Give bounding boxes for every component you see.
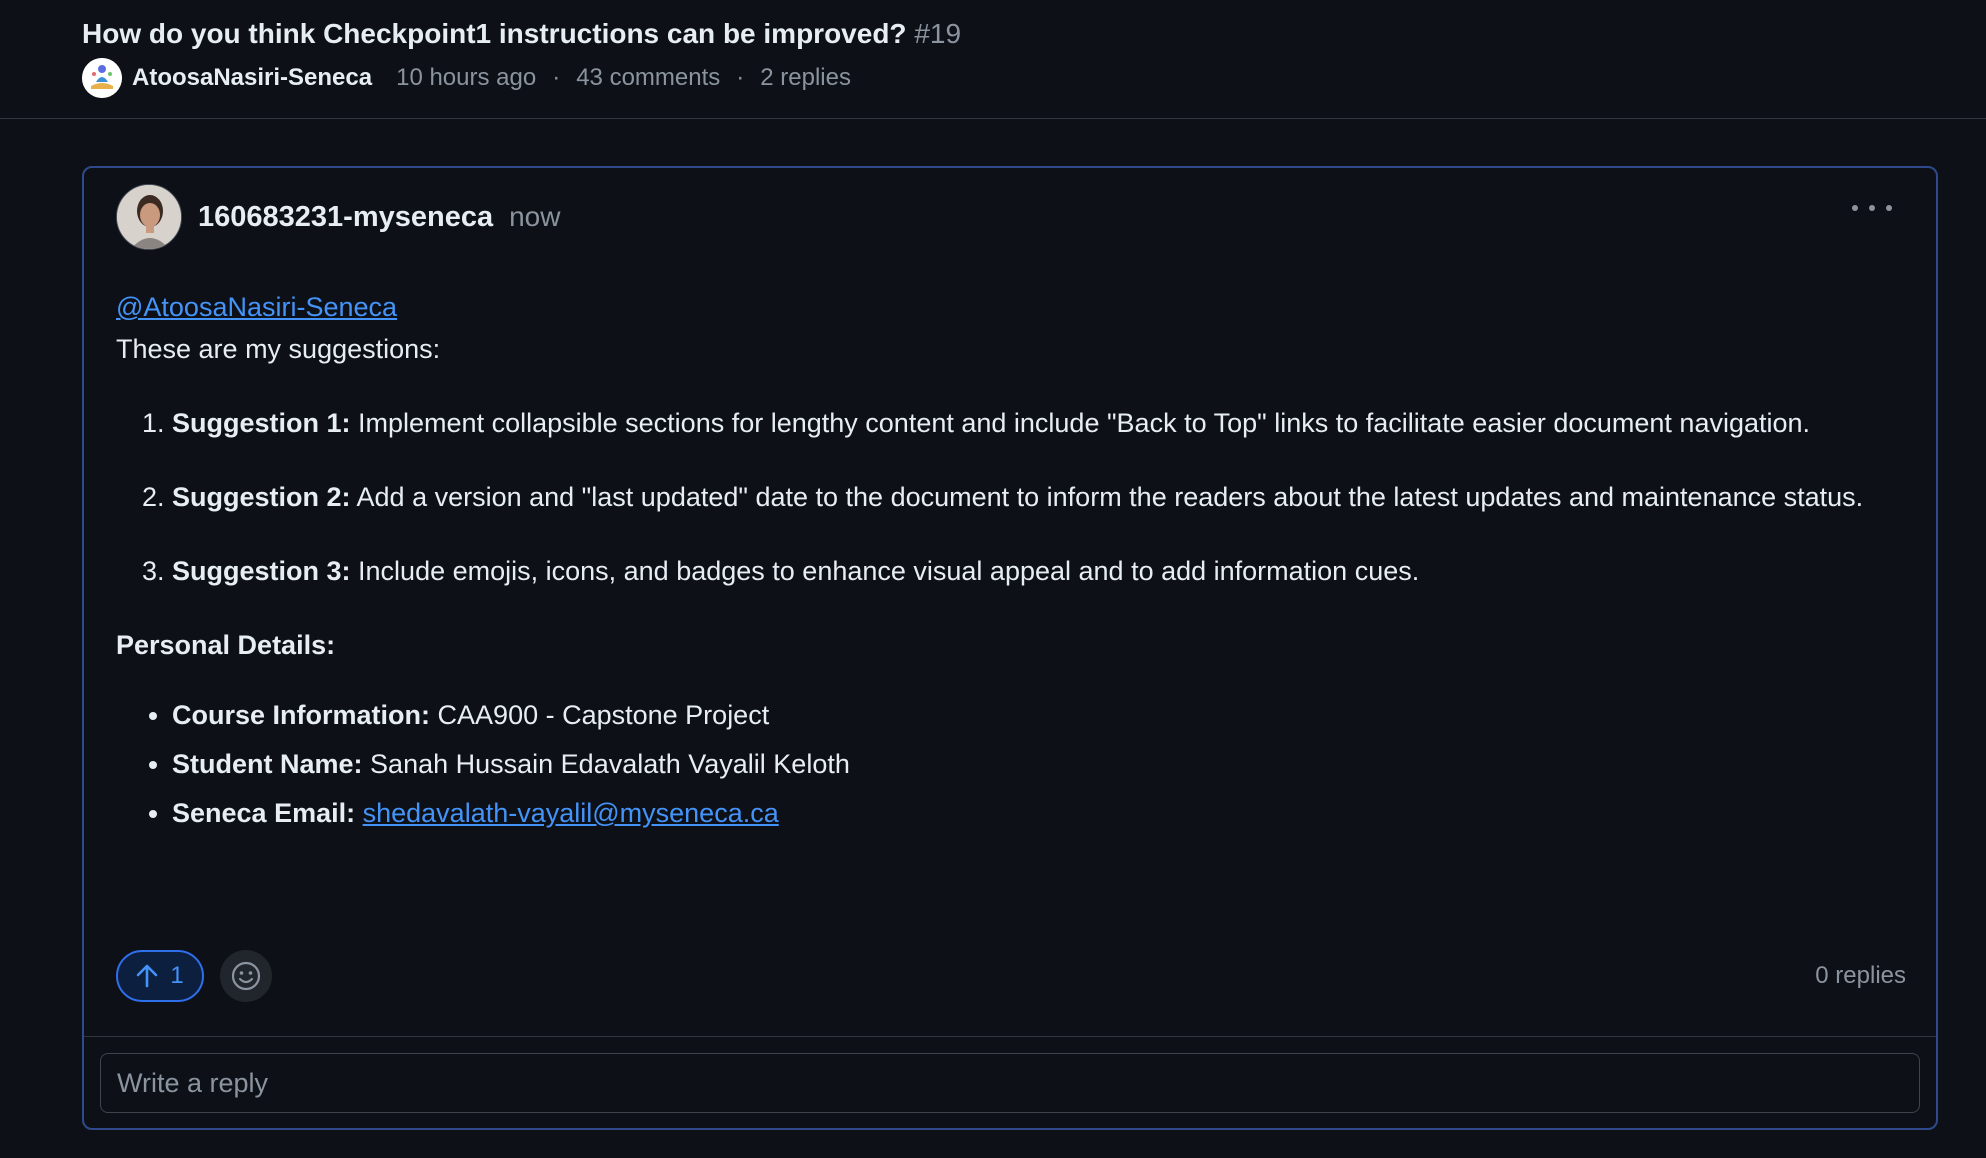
upvote-button[interactable]: 1 (116, 950, 204, 1002)
suggestion-label: Suggestion 1: (172, 408, 351, 438)
reply-section (84, 1036, 1936, 1128)
email-link[interactable]: shedavalath-vayalil@myseneca.ca (363, 798, 779, 828)
detail-label: Student Name: (172, 749, 363, 779)
suggestion-text: Include emojis, icons, and badges to enh… (358, 556, 1420, 586)
discussion-meta: AtoosaNasiri-Seneca 10 hours ago · 43 co… (82, 58, 851, 98)
smiley-icon (231, 961, 261, 991)
comment-card: 160683231-myseneca now @AtoosaNasiri-Sen… (82, 166, 1938, 1130)
comment-menu-button[interactable] (1852, 196, 1892, 220)
list-item: Suggestion 2: Add a version and "last up… (172, 476, 1906, 518)
personal-details-list: Course Information: CAA900 - Capstone Pr… (116, 694, 1906, 834)
upvote-count: 1 (170, 962, 184, 989)
discussion-comments-count: 43 comments (576, 64, 721, 91)
discussion-title-text: How do you think Checkpoint1 instruction… (82, 18, 907, 49)
author-avatar[interactable] (82, 58, 122, 98)
personal-details-heading: Personal Details: (116, 630, 336, 660)
arrow-up-icon (137, 964, 158, 988)
list-item: Suggestion 1: Implement collapsible sect… (172, 402, 1906, 444)
user-mention-link[interactable]: @AtoosaNasiri-Seneca (116, 292, 397, 322)
list-item: Student Name: Sanah Hussain Edavalath Va… (172, 743, 1906, 785)
comment-intro: These are my suggestions: (116, 334, 441, 364)
discussion-time[interactable]: 10 hours ago (396, 64, 536, 92)
detail-value: CAA900 - Capstone Project (437, 700, 770, 730)
list-item: Seneca Email: shedavalath-vayalil@mysene… (172, 792, 1906, 834)
discussion-header: How do you think Checkpoint1 instruction… (0, 0, 1986, 119)
comment-body: @AtoosaNasiri-Seneca These are my sugges… (116, 286, 1906, 841)
suggestion-label: Suggestion 2: (172, 482, 351, 512)
person-avatar-icon (117, 185, 181, 249)
add-reaction-button[interactable] (220, 950, 272, 1002)
detail-label: Course Information: (172, 700, 431, 730)
discussion-author[interactable]: AtoosaNasiri-Seneca (132, 64, 372, 92)
comment-actions: 1 0 replies (116, 950, 1906, 1002)
discussion-number: #19 (914, 18, 962, 49)
list-item: Course Information: CAA900 - Capstone Pr… (172, 694, 1906, 736)
detail-value: Sanah Hussain Edavalath Vayalil Keloth (370, 749, 850, 779)
suggestions-list: Suggestion 1: Implement collapsible sect… (116, 402, 1906, 592)
commenter-avatar[interactable] (116, 184, 182, 250)
discussion-title: How do you think Checkpoint1 instruction… (82, 18, 961, 50)
replies-count: 0 replies (1815, 962, 1906, 989)
comment-time[interactable]: now (509, 201, 560, 233)
reply-input[interactable] (100, 1053, 1920, 1113)
kebab-horizontal-icon (1852, 205, 1858, 211)
detail-label: Seneca Email: (172, 798, 356, 828)
comment-header: 160683231-myseneca now (116, 184, 560, 250)
separator-dot: · (736, 64, 745, 91)
meditation-avatar-icon (82, 58, 122, 98)
commenter-username[interactable]: 160683231-myseneca (198, 201, 493, 234)
suggestion-text: Implement collapsible sections for lengt… (358, 408, 1811, 438)
separator-dot: · (552, 64, 561, 91)
suggestion-text: Add a version and "last updated" date to… (356, 482, 1864, 512)
list-item: Suggestion 3: Include emojis, icons, and… (172, 550, 1906, 592)
suggestion-label: Suggestion 3: (172, 556, 351, 586)
discussion-replies-count: 2 replies (760, 64, 851, 91)
